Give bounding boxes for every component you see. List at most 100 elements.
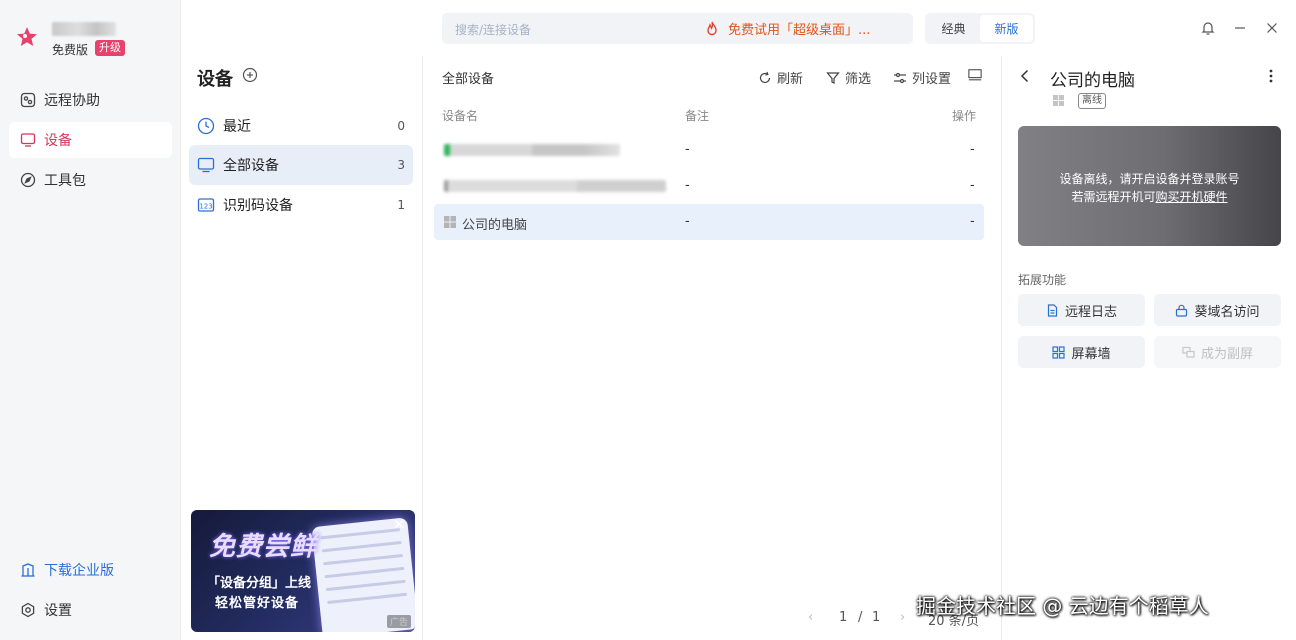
- note-cell: -: [685, 178, 690, 193]
- domain-access-button[interactable]: 葵域名访问: [1154, 294, 1281, 326]
- buy-hardware-link[interactable]: 购买开机硬件: [1156, 190, 1228, 204]
- minimize-icon[interactable]: [1232, 20, 1248, 36]
- remote-log-button[interactable]: 远程日志: [1018, 294, 1145, 326]
- edition-label: 免费版: [52, 43, 89, 57]
- layout-icon: [968, 68, 982, 82]
- clock-icon: [197, 117, 215, 135]
- screen-wall-label: 屏幕墙: [1071, 346, 1111, 362]
- ad-line: 轻松管好设备: [215, 596, 300, 611]
- promo-text: 免费试用「超级桌面」...: [728, 23, 871, 38]
- group-recent[interactable]: 最近 0: [189, 106, 413, 146]
- next-page-icon[interactable]: ›: [900, 610, 905, 625]
- columns-label: 列设置: [912, 72, 952, 87]
- sidebar-item-remote-assist[interactable]: 远程协助: [9, 82, 172, 118]
- add-circle-icon[interactable]: [242, 67, 258, 83]
- device-detail-panel: 公司的电脑 离线 设备离线，请开启设备并登录账号 若需远程开机可购买开机硬件 拓…: [1001, 56, 1296, 640]
- device-name-cell: 公司的电脑: [462, 218, 528, 233]
- sidebar-item-download-enterprise[interactable]: 下载企业版: [9, 552, 172, 588]
- document-icon: [1046, 303, 1059, 317]
- status-badge: 离线: [1078, 93, 1106, 109]
- sidebar-item-label: 工具包: [44, 173, 86, 189]
- column-header-action[interactable]: 操作: [952, 107, 976, 124]
- group-label: 识别码设备: [223, 198, 293, 214]
- close-icon[interactable]: [1264, 20, 1280, 36]
- page-total: 1: [872, 610, 881, 625]
- prev-page-icon[interactable]: ‹: [808, 610, 813, 625]
- screen-wall-button[interactable]: 屏幕墙: [1018, 336, 1145, 368]
- column-header-note[interactable]: 备注: [685, 107, 709, 124]
- sidebar-item-settings[interactable]: 设置: [9, 592, 172, 628]
- action-cell: -: [970, 178, 975, 193]
- secondary-screen-button[interactable]: 成为副屏: [1154, 336, 1281, 368]
- promo-link[interactable]: 免费试用「超级桌面」...: [704, 19, 870, 38]
- column-header-name[interactable]: 设备名: [442, 107, 478, 124]
- sidebar-item-label: 下载企业版: [44, 563, 114, 579]
- note-cell: -: [685, 214, 690, 229]
- sidebar-item-label: 设备: [44, 133, 72, 149]
- ad-banner[interactable]: 免费尝鲜 「设备分组」上线 轻松管好设备 广告: [191, 510, 415, 632]
- monitor-icon: [197, 156, 215, 174]
- mode-new-button[interactable]: 新版: [980, 15, 1033, 42]
- device-name-redacted: [444, 180, 666, 192]
- refresh-button[interactable]: 刷新: [758, 68, 803, 87]
- table-row[interactable]: - -: [434, 168, 984, 204]
- device-title: 公司的电脑: [1050, 71, 1135, 91]
- column-settings-button[interactable]: 列设置: [893, 68, 951, 87]
- svg-text:123: 123: [199, 203, 212, 211]
- sidebar-item-devices[interactable]: 设备: [9, 122, 172, 158]
- group-count: 1: [397, 198, 405, 212]
- watermark: 掘金技术社区 @ 云边有个稻草人: [916, 594, 1209, 618]
- group-label: 最近: [223, 119, 251, 135]
- lock-icon: [1175, 304, 1188, 317]
- windows-icon: [1053, 95, 1064, 106]
- ad-tag: 广告: [386, 615, 411, 628]
- sidebar-item-label: 远程协助: [44, 93, 100, 109]
- domain-access-label: 葵域名访问: [1194, 304, 1260, 320]
- remote-log-label: 远程日志: [1064, 304, 1117, 320]
- mode-classic-button[interactable]: 经典: [927, 15, 980, 42]
- offline-message: 设备离线，请开启设备并登录账号: [1059, 172, 1240, 186]
- compass-icon: [20, 172, 36, 188]
- id-code-icon: 123: [197, 196, 215, 214]
- screen-preview: 设备离线，请开启设备并登录账号 若需远程开机可购买开机硬件: [1018, 126, 1281, 246]
- filter-label: 筛选: [845, 72, 872, 87]
- sidebar: 免费版 升级 远程协助 设备 工具包 下载企业版 设置: [0, 0, 181, 640]
- refresh-label: 刷新: [777, 72, 804, 87]
- ad-line: 「设备分组」上线: [207, 576, 312, 591]
- back-icon[interactable]: [1018, 69, 1032, 83]
- group-count: 0: [397, 119, 405, 133]
- monitor-icon: [20, 132, 36, 148]
- sidebar-item-label: 设置: [44, 603, 72, 619]
- group-id-code-devices[interactable]: 123 识别码设备 1: [189, 185, 413, 225]
- offline-hint: 若需远程开机可购买开机硬件: [1018, 188, 1281, 205]
- search-input[interactable]: 搜索/连接设备 免费试用「超级桌面」...: [442, 13, 913, 44]
- refresh-icon: [758, 71, 772, 85]
- sliders-icon: [893, 71, 907, 85]
- search-placeholder: 搜索/连接设备: [455, 23, 532, 37]
- windows-icon: [444, 216, 456, 228]
- avatar[interactable]: [52, 22, 116, 36]
- sidebar-nav: 远程协助 设备 工具包: [9, 82, 172, 202]
- filter-button[interactable]: 筛选: [826, 68, 871, 87]
- device-name-redacted: [444, 144, 620, 156]
- filter-icon: [826, 71, 840, 85]
- table-row[interactable]: - -: [434, 132, 984, 168]
- app-logo-icon: [16, 26, 38, 48]
- group-label: 全部设备: [223, 158, 279, 174]
- group-all-devices[interactable]: 全部设备 3: [189, 145, 413, 185]
- table-row[interactable]: 公司的电脑 - -: [434, 204, 984, 240]
- action-cell: -: [970, 142, 975, 157]
- secondary-screen-label: 成为副屏: [1200, 346, 1253, 362]
- close-icon[interactable]: [393, 518, 405, 530]
- view-toggle-button[interactable]: [968, 68, 987, 82]
- bell-icon[interactable]: [1200, 20, 1216, 36]
- upgrade-button[interactable]: 升级: [95, 40, 125, 56]
- more-vertical-icon[interactable]: [1268, 68, 1274, 84]
- extensions-title: 拓展功能: [1018, 273, 1067, 287]
- grid-icon: [1052, 345, 1066, 359]
- sidebar-item-toolkit[interactable]: 工具包: [9, 162, 172, 198]
- building-icon: [20, 562, 36, 578]
- gear-icon: [20, 602, 36, 618]
- fire-icon: [704, 21, 720, 37]
- mode-switch: 经典 新版: [925, 13, 1035, 44]
